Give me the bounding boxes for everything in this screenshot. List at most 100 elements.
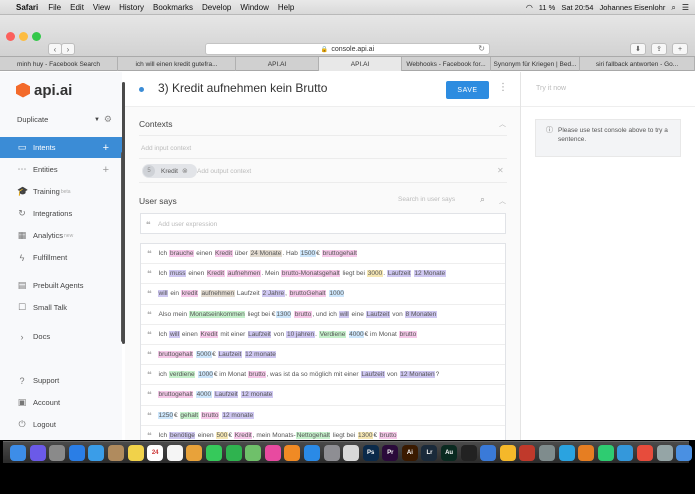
browser-tab[interactable]: Synonym für Kriegen | Bed...: [491, 57, 580, 71]
entity-annotation[interactable]: 3000: [367, 270, 383, 278]
entity-annotation[interactable]: 1300: [275, 310, 292, 318]
entity-annotation[interactable]: muss: [169, 270, 187, 278]
itunes-icon[interactable]: [264, 444, 281, 461]
user-says-row[interactable]: ❝ Ich benötige einen 500 € Kredit, mein Mo…: [141, 426, 505, 440]
contexts-heading[interactable]: Contexts: [139, 119, 173, 129]
zoom-window-button[interactable]: [32, 32, 41, 41]
entity-annotation[interactable]: brutto: [201, 411, 220, 419]
entity-annotation[interactable]: brutto-Monatsgehalt: [281, 270, 341, 278]
save-button[interactable]: SAVE: [446, 81, 489, 99]
entity-annotation[interactable]: bruttogehalt: [158, 391, 194, 399]
intent-title[interactable]: 3) Kredit aufnehmen kein Brutto: [158, 81, 327, 95]
appstore-icon[interactable]: [303, 444, 320, 461]
menu-file[interactable]: File: [48, 3, 61, 12]
app-icon-g[interactable]: [656, 444, 673, 461]
browser-tab[interactable]: Webhooks - Facebook for...: [402, 57, 491, 71]
entity-annotation[interactable]: Laufzeit: [360, 371, 385, 379]
user-says-row[interactable]: ❝ will ein kredit aufnehmen Laufzeit 2 Ja…: [141, 284, 505, 305]
entity-annotation[interactable]: Laufzeit: [214, 391, 239, 399]
entity-annotation[interactable]: Kredit: [234, 431, 253, 439]
entity-annotation[interactable]: 10 jahren: [286, 330, 315, 338]
chevron-up-icon[interactable]: ︿: [499, 119, 506, 129]
entity-annotation[interactable]: bruttogehalt: [158, 351, 194, 359]
sidebar-item-small-talk[interactable]: ☐ Small Talk: [0, 297, 125, 318]
reminders-icon[interactable]: [166, 444, 183, 461]
back-button[interactable]: ‹: [48, 43, 62, 55]
app-icon-c[interactable]: [578, 444, 595, 461]
downloads-icon[interactable]: [676, 444, 693, 461]
entity-annotation[interactable]: brutto: [294, 310, 312, 318]
entity-annotation[interactable]: benötige: [169, 431, 196, 439]
telegram-icon[interactable]: [558, 444, 575, 461]
notification-center-icon[interactable]: ☰: [682, 3, 689, 12]
menu-view[interactable]: View: [93, 3, 110, 12]
user-name[interactable]: Johannes Eisenlohr: [599, 3, 665, 12]
terminal-icon[interactable]: [460, 444, 477, 461]
user-says-row[interactable]: ❝ Ich will einen Kredit mit einer Laufzei…: [141, 325, 505, 345]
battery-indicator[interactable]: 11 %: [539, 3, 556, 12]
messages-icon[interactable]: [205, 444, 222, 461]
entity-annotation[interactable]: brauche: [169, 250, 194, 258]
entity-annotation[interactable]: kredit: [181, 290, 199, 298]
entity-annotation[interactable]: aufnehmen: [201, 290, 235, 298]
app-icon-e[interactable]: [617, 444, 634, 461]
entity-annotation[interactable]: bruttoGehalt: [289, 290, 327, 298]
entity-annotation[interactable]: Verdiene: [319, 330, 346, 338]
browser-tab[interactable]: API.AI: [236, 57, 319, 71]
user-says-row[interactable]: ❝ ich verdiene 1000 € im Monat brutto, was…: [141, 365, 505, 386]
close-window-button[interactable]: [6, 32, 15, 41]
sidebar-item-entities[interactable]: ⋯ Entities +: [0, 159, 125, 180]
entity-annotation[interactable]: will: [158, 290, 169, 298]
entity-annotation[interactable]: Laufzeit: [366, 310, 390, 318]
app-icon-f[interactable]: [637, 444, 653, 461]
entity-annotation[interactable]: 4000: [348, 330, 365, 338]
photos-icon[interactable]: [186, 444, 203, 461]
audition-icon[interactable]: Au: [441, 444, 458, 461]
entity-annotation[interactable]: 24 Monate: [250, 250, 282, 258]
search-user-says-input[interactable]: Search in user says: [398, 196, 455, 203]
entity-annotation[interactable]: 5000: [196, 351, 212, 359]
entity-annotation[interactable]: gehalt: [179, 411, 199, 419]
user-says-heading[interactable]: User says: [139, 196, 177, 206]
output-context-field[interactable]: Add output context: [197, 168, 251, 175]
browser-tab[interactable]: minh huy - Facebook Search: [0, 57, 118, 71]
entity-annotation[interactable]: 4000: [196, 391, 212, 399]
sidebar-item-logout[interactable]: ⏻ Logout: [0, 414, 125, 435]
browser-tab[interactable]: API.AI: [319, 57, 402, 71]
entity-annotation[interactable]: Monatseinkommen: [189, 310, 246, 318]
entity-annotation[interactable]: 12 Monate: [413, 270, 446, 278]
gear-icon[interactable]: ⚙: [104, 114, 112, 125]
remove-context-icon[interactable]: ⊗: [182, 167, 188, 175]
wifi-icon[interactable]: ◠: [526, 3, 533, 12]
agent-selector[interactable]: Duplicate ▼ ⚙: [17, 114, 112, 125]
entity-annotation[interactable]: 8 Monaten: [405, 310, 437, 318]
reload-icon[interactable]: ↻: [478, 44, 485, 53]
chrome-icon[interactable]: [343, 444, 360, 461]
user-says-row[interactable]: ❝ bruttogehalt 5000 € Laufzeit 12 monate: [141, 345, 505, 366]
maps-icon[interactable]: [245, 444, 262, 461]
entity-annotation[interactable]: 12 Monaten: [399, 371, 436, 379]
user-says-row[interactable]: ❝ bruttogehalt 4000 Laufzeit 12 monate: [141, 385, 505, 406]
entity-annotation[interactable]: 12 monate: [221, 411, 254, 419]
sidebar-item-docs[interactable]: › Docs: [0, 326, 125, 347]
sidebar-item-fulfillment[interactable]: ϟ Fulfillment: [0, 247, 125, 268]
entity-annotation[interactable]: Nettogehalt: [296, 431, 331, 439]
menu-window[interactable]: Window: [240, 3, 268, 12]
mail-icon[interactable]: [88, 444, 105, 461]
clock[interactable]: Sat 20:54: [561, 3, 593, 12]
entity-annotation[interactable]: Laufzeit: [247, 330, 272, 338]
app-icon-d[interactable]: [597, 444, 614, 461]
entity-annotation[interactable]: bruttogehalt: [322, 250, 358, 258]
entity-annotation[interactable]: verdiene: [169, 371, 196, 379]
menu-edit[interactable]: Edit: [70, 3, 84, 12]
entity-annotation[interactable]: Kredit: [200, 330, 219, 338]
entity-annotation[interactable]: will: [169, 330, 180, 338]
facetime-icon[interactable]: [225, 444, 242, 461]
entity-annotation[interactable]: 1500: [300, 250, 316, 258]
xcode-icon[interactable]: [480, 444, 497, 461]
priority-dot-icon[interactable]: [139, 87, 144, 92]
entity-annotation[interactable]: brutto: [379, 431, 398, 439]
logo[interactable]: api.ai: [16, 81, 72, 99]
sidebar-item-analytics[interactable]: ▦ Analytics new: [0, 225, 125, 246]
sidebar-item-prebuilt-agents[interactable]: ▤ Prebuilt Agents: [0, 275, 125, 296]
